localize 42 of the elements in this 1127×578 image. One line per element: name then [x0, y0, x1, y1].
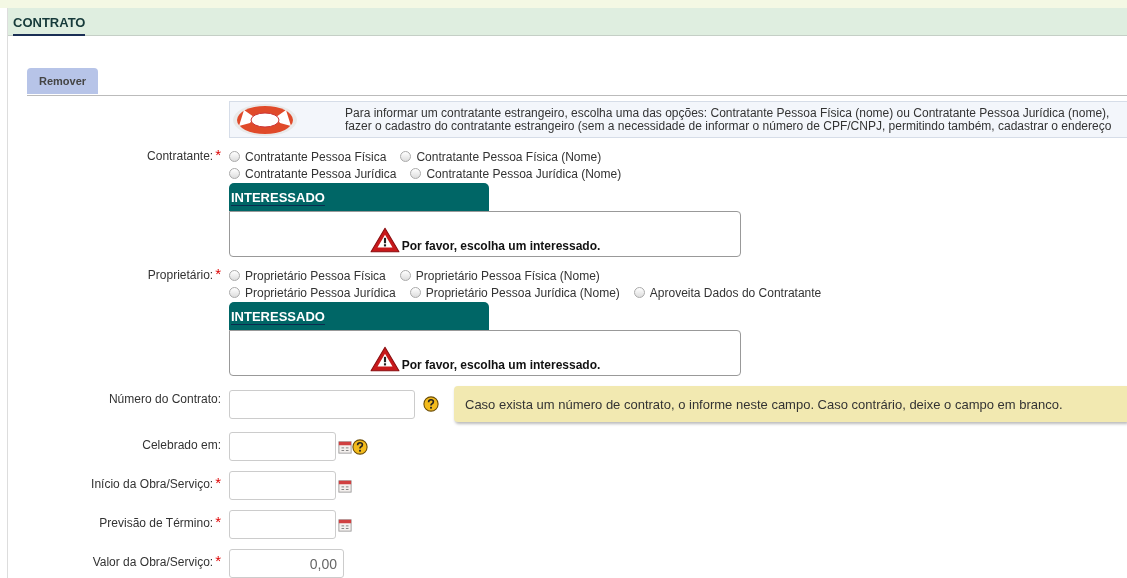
- required-mark: *: [215, 146, 221, 163]
- radio-option[interactable]: Proprietário Pessoa Jurídica: [229, 285, 396, 300]
- date-field[interactable]: [229, 510, 336, 539]
- radio-option[interactable]: Contratante Pessoa Jurídica: [229, 166, 397, 181]
- field-label: Celebrado em:: [142, 438, 221, 452]
- radio-option[interactable]: Proprietário Pessoa Física: [229, 268, 386, 283]
- radio-option[interactable]: Contratante Pessoa Física: [229, 149, 387, 164]
- warning-message: Por favor, escolha um interessado.: [401, 358, 601, 372]
- radio-option[interactable]: Contratante Pessoa Física (Nome): [400, 149, 602, 164]
- required-mark: *: [215, 552, 221, 569]
- value-field[interactable]: 0,00: [229, 549, 344, 578]
- field-label: Contratante:: [147, 149, 214, 163]
- section-title: CONTRATO: [13, 15, 86, 36]
- remove-button[interactable]: Remover: [27, 68, 99, 94]
- radio-option[interactable]: Proprietário Pessoa Jurídica (Nome): [409, 285, 620, 300]
- radio-option[interactable]: Proprietário Pessoa Física (Nome): [399, 268, 600, 283]
- radio-option[interactable]: Aproveita Dados do Contratante: [633, 285, 822, 300]
- info-text: fazer o cadastro do contratante estrangeiro (sem a necessidade de informar o número de CPF/CNPJ, permitindo também, cadastrar o endereço: [345, 119, 1112, 133]
- info-text: Para informar um contratante estrangeiro, escolha uma das opções: Contratante Pessoa Física (nome) ou Contratante Pessoa Jurídica (nome),: [345, 106, 1110, 120]
- required-mark: *: [215, 474, 221, 491]
- field-label: Início da Obra/Serviço:: [91, 477, 214, 491]
- radio-option[interactable]: Contratante Pessoa Jurídica (Nome): [410, 166, 622, 181]
- field-label: Proprietário:: [147, 268, 214, 282]
- panel-title: INTERESSADO: [231, 190, 325, 206]
- warning-message: Por favor, escolha um interessado.: [401, 239, 601, 253]
- tooltip: Caso exista um número de contrato, o informe neste campo. Caso contrário, deixe o campo em branco.: [454, 386, 1127, 422]
- help-icon[interactable]: [423, 396, 439, 412]
- required-mark: *: [215, 513, 221, 530]
- input-field[interactable]: [229, 389, 415, 419]
- date-field[interactable]: [229, 432, 336, 461]
- field-label: Valor da Obra/Serviço:: [92, 555, 214, 569]
- date-field[interactable]: [229, 471, 336, 500]
- calendar-icon[interactable]: [338, 478, 352, 493]
- warning-icon: [369, 227, 400, 253]
- field-label: Número do Contrato:: [108, 392, 221, 406]
- calendar-icon[interactable]: [338, 439, 352, 454]
- panel-title: INTERESSADO: [231, 309, 325, 325]
- help-icon[interactable]: [352, 438, 368, 455]
- warning-icon: [369, 346, 400, 372]
- calendar-icon[interactable]: [338, 517, 352, 532]
- required-mark: *: [215, 265, 221, 282]
- field-label: Previsão de Término:: [99, 516, 214, 530]
